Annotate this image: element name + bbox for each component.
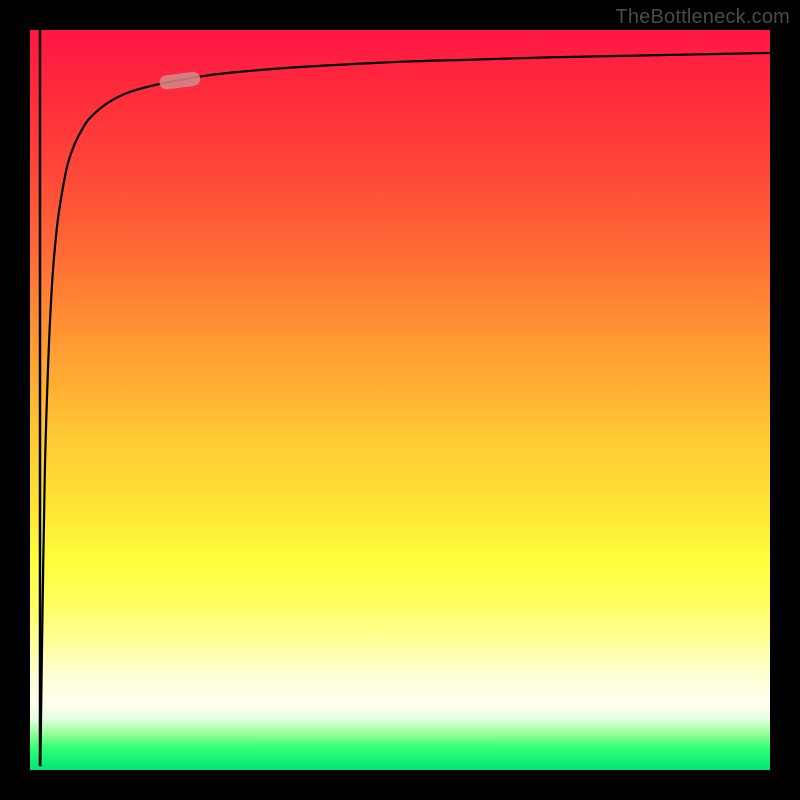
plot-gradient-background xyxy=(30,30,770,770)
watermark-text: TheBottleneck.com xyxy=(615,6,790,29)
